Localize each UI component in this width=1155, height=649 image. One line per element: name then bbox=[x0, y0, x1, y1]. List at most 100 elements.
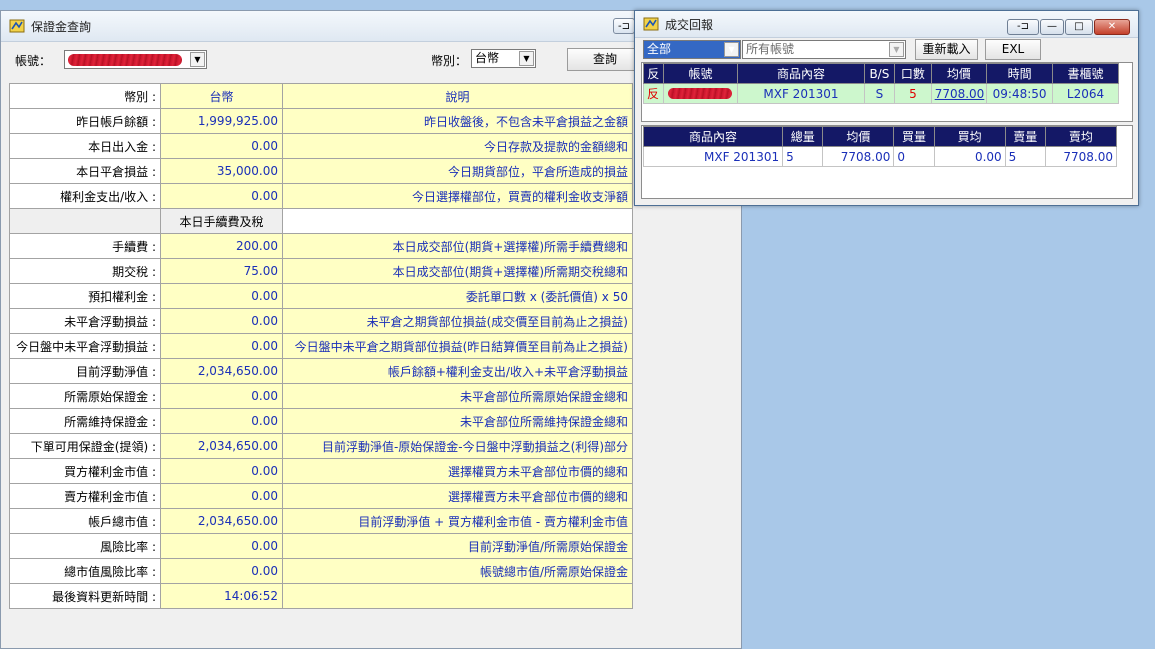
window-title: 保證金查詢 bbox=[31, 19, 92, 34]
table-header-row: 幣別 : 台幣 說明 bbox=[9, 83, 633, 109]
row-value: 2,034,650.00 bbox=[160, 508, 283, 534]
pin-icon[interactable]: -⊐ bbox=[1007, 19, 1039, 35]
book-number-cell: L2064 bbox=[1052, 83, 1119, 104]
chevron-down-icon[interactable]: ▼ bbox=[889, 42, 904, 57]
row-description: 今日盤中未平倉之期貨部位損益(昨日結算價至目前為止之損益) bbox=[282, 333, 633, 359]
row-value: 0.00 bbox=[160, 533, 283, 559]
app-icon bbox=[643, 17, 659, 31]
row-value: 0.00 bbox=[160, 558, 283, 584]
table-row[interactable]: 反 MXF 201301 S 5 7708.00 09:48:50 L2064 bbox=[643, 83, 1119, 104]
header-description: 說明 bbox=[282, 83, 633, 109]
redacted-account bbox=[68, 54, 182, 66]
row-description: 目前浮動淨值/所需原始保證金 bbox=[282, 533, 633, 559]
column-header[interactable]: 均價 bbox=[930, 63, 988, 84]
status-filter-select[interactable]: 全部 ▼ bbox=[643, 40, 741, 59]
margin-table: 幣別 : 台幣 說明 昨日帳戶餘額 : 1,999,925.00 昨日收盤後，不… bbox=[9, 83, 633, 609]
row-label: 昨日帳戶餘額 : bbox=[9, 108, 161, 134]
currency-label: 幣別： bbox=[431, 54, 468, 68]
column-header[interactable]: 賣量 bbox=[1004, 126, 1046, 147]
chevron-down-icon[interactable]: ▼ bbox=[724, 42, 739, 57]
table-row: 目前浮動淨值 :2,034,650.00 帳戶餘額+權利金支出/收入+未平倉浮動損… bbox=[9, 358, 633, 384]
account-filter-select[interactable]: 所有帳號 ▼ bbox=[742, 40, 906, 59]
reverse-flag[interactable]: 反 bbox=[643, 83, 664, 104]
row-value: 200.00 bbox=[160, 233, 283, 259]
minimize-icon[interactable]: — bbox=[1040, 19, 1064, 35]
row-description: 今日存款及提款的金額總和 bbox=[282, 133, 633, 159]
buy-qty-cell: 0 bbox=[893, 146, 935, 167]
status-filter-value: 全部 bbox=[647, 42, 672, 56]
currency-value: 台幣 bbox=[475, 51, 500, 65]
table-row: 總市值風險比率 :0.00 帳號總市值/所需原始保證金 bbox=[9, 558, 633, 584]
row-value: 2,034,650.00 bbox=[160, 358, 283, 384]
row-label: 帳戶總市值 : bbox=[9, 508, 161, 534]
row-label: 最後資料更新時間 : bbox=[9, 583, 161, 609]
column-header[interactable]: 買均 bbox=[933, 126, 1006, 147]
column-header[interactable]: 商品內容 bbox=[642, 126, 784, 147]
sell-qty-cell: 5 bbox=[1004, 146, 1046, 167]
row-description: 今日期貨部位，平倉所造成的損益 bbox=[282, 158, 633, 184]
row-value: 0.00 bbox=[160, 133, 283, 159]
close-icon[interactable]: ✕ bbox=[1094, 19, 1130, 35]
column-header[interactable]: 書櫃號 bbox=[1052, 63, 1119, 84]
column-header[interactable]: 買量 bbox=[893, 126, 935, 147]
row-value: 75.00 bbox=[160, 258, 283, 284]
row-description: 未平倉之期貨部位損益(成交價至目前為止之損益) bbox=[282, 308, 633, 334]
row-description bbox=[282, 583, 633, 609]
buy-sell-cell: S bbox=[863, 83, 896, 104]
column-header[interactable]: 時間 bbox=[986, 63, 1054, 84]
account-filter-value: 所有帳號 bbox=[746, 42, 795, 56]
account-cell bbox=[662, 83, 739, 104]
row-description: 選擇權買方未平倉部位市價的總和 bbox=[282, 458, 633, 484]
column-header[interactable]: B/S bbox=[863, 63, 896, 84]
price-cell[interactable]: 7708.00 bbox=[930, 83, 988, 104]
account-select[interactable]: ▼ bbox=[64, 50, 207, 69]
account-label: 帳號： bbox=[15, 54, 52, 68]
row-description: 帳戶餘額+權利金支出/收入+未平倉浮動損益 bbox=[282, 358, 633, 384]
time-cell: 09:48:50 bbox=[986, 83, 1054, 104]
table-row: 賣方權利金市值 :0.00 選擇權賣方未平倉部位市價的總和 bbox=[9, 483, 633, 509]
header-currency: 台幣 bbox=[160, 83, 283, 109]
currency-select[interactable]: 台幣 ▼ bbox=[471, 49, 536, 68]
maximize-icon[interactable]: □ bbox=[1065, 19, 1093, 35]
total-qty-cell: 5 bbox=[782, 146, 824, 167]
trade-report-window: 成交回報 -⊐ — □ ✕ 全部 ▼ 所有帳號 ▼ 重新載入 EXL 反帳號 商品… bbox=[634, 10, 1139, 206]
section-blank bbox=[9, 208, 161, 234]
row-label: 預扣權利金 : bbox=[9, 283, 161, 309]
chevron-down-icon[interactable]: ▼ bbox=[190, 52, 205, 67]
column-header[interactable]: 賣均 bbox=[1044, 126, 1118, 147]
export-excel-button[interactable]: EXL bbox=[985, 39, 1041, 60]
column-header[interactable]: 反 bbox=[643, 63, 664, 84]
row-description: 目前浮動淨值-原始保證金-今日盤中浮動損益之(利得)部分 bbox=[282, 433, 633, 459]
row-label: 今日盤中未平倉浮動損益 : bbox=[9, 333, 161, 359]
table-row: 最後資料更新時間 :14:06:52 bbox=[9, 583, 633, 609]
row-label: 總市值風險比率 : bbox=[9, 558, 161, 584]
row-label: 本日出入金 : bbox=[9, 133, 161, 159]
chevron-down-icon[interactable]: ▼ bbox=[519, 51, 534, 66]
pin-icon[interactable]: -⊐ bbox=[613, 18, 635, 34]
buy-avg-cell: 0.00 bbox=[933, 146, 1006, 167]
margin-query-window: 保證金查詢 -⊐ 帳號： ▼ 幣別： 台幣 ▼ 查詢 幣別 : 台幣 說明 昨日… bbox=[0, 10, 742, 649]
sell-avg-cell: 7708.00 bbox=[1044, 146, 1118, 167]
table-row: 預扣權利金 :0.00 委託單口數 x (委託價值) x 50 bbox=[9, 283, 633, 309]
row-label: 買方權利金市值 : bbox=[9, 458, 161, 484]
row-value: 0.00 bbox=[160, 458, 283, 484]
row-label: 未平倉浮動損益 : bbox=[9, 308, 161, 334]
row-description: 帳號總市值/所需原始保證金 bbox=[282, 558, 633, 584]
row-description: 未平倉部位所需維持保證金總和 bbox=[282, 408, 633, 434]
table-row[interactable]: MXF 201301 5 7708.00 0 0.00 5 7708.00 bbox=[642, 146, 1118, 167]
table-row: 未平倉浮動損益 :0.00 未平倉之期貨部位損益(成交價至目前為止之損益) bbox=[9, 308, 633, 334]
row-value: 1,999,925.00 bbox=[160, 108, 283, 134]
reload-button[interactable]: 重新載入 bbox=[915, 39, 978, 60]
table-row: 昨日帳戶餘額 : 1,999,925.00 昨日收盤後，不包含未平倉損益之金額 bbox=[9, 108, 633, 134]
summary-table: 商品內容 總量 均價 買量 買均 賣量 賣均 MXF 201301 5 7708.00 0 … bbox=[642, 126, 1118, 167]
row-description: 未平倉部位所需原始保證金總和 bbox=[282, 383, 633, 409]
table-row: 買方權利金市值 :0.00 選擇權買方未平倉部位市價的總和 bbox=[9, 458, 633, 484]
column-header[interactable]: 商品內容 bbox=[737, 63, 865, 84]
column-header[interactable]: 總量 bbox=[782, 126, 824, 147]
query-button[interactable]: 查詢 bbox=[567, 48, 643, 71]
column-header[interactable]: 口數 bbox=[894, 63, 932, 84]
table-row: 手續費 :200.00 本日成交部位(期貨+選擇權)所需手續費總和 bbox=[9, 233, 633, 259]
column-header[interactable]: 帳號 bbox=[662, 63, 739, 84]
row-value: 2,034,650.00 bbox=[160, 433, 283, 459]
column-header[interactable]: 均價 bbox=[822, 126, 895, 147]
